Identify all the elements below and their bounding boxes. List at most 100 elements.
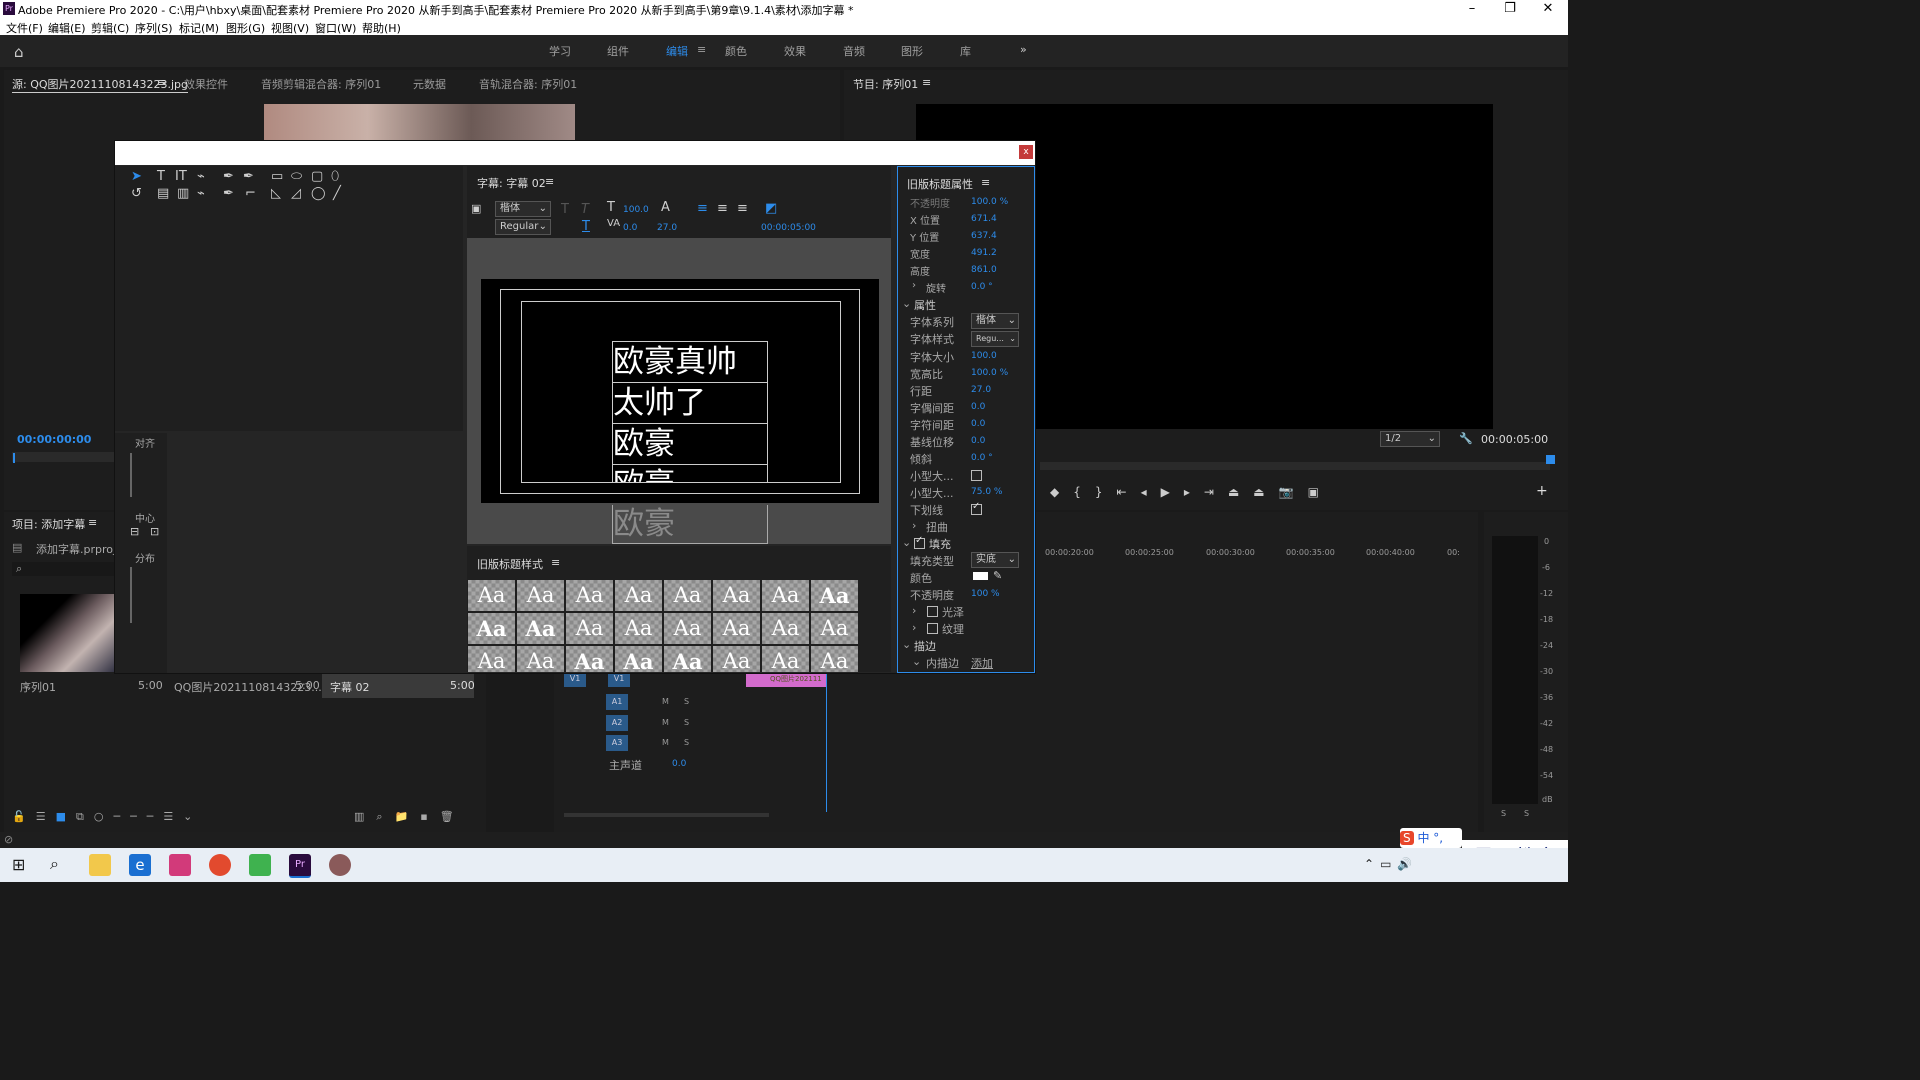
title-style-swatch[interactable]: Aa [811, 580, 858, 611]
find-icon[interactable]: ⌕ [376, 810, 394, 823]
maximize-button[interactable]: ❐ [1490, 0, 1530, 18]
title-style-swatch[interactable]: Aa [713, 613, 760, 644]
styles-menu-icon[interactable]: ≡ [551, 556, 560, 569]
trash-icon[interactable]: 🗑 [440, 810, 466, 823]
tab-menu-icon[interactable]: ≡ [157, 76, 166, 89]
tab-project[interactable]: 项目: 添加字幕 [12, 516, 85, 532]
bold-icon[interactable]: T [561, 202, 569, 217]
rotation-tool-icon[interactable]: ↺ [131, 186, 142, 201]
menu-window[interactable]: 窗口(W) [315, 20, 356, 36]
align-icons[interactable] [130, 453, 162, 497]
volume-icon[interactable]: 🔊 [1397, 857, 1418, 871]
vertical-path-type-tool-icon[interactable]: ⌁ [197, 186, 205, 201]
leading-value[interactable]: 27.0 [657, 223, 677, 233]
chevron-down-icon[interactable]: ⌄ [912, 655, 921, 668]
prop-value[interactable]: 27.0 [971, 385, 991, 395]
font-size-value[interactable]: 100.0 [623, 205, 649, 215]
solo-button[interactable]: S [684, 718, 689, 727]
prop-value[interactable]: 100.0 % [971, 368, 1008, 378]
program-zoom-select[interactable]: 1/2 ⌄ [1380, 431, 1440, 447]
source-playhead[interactable] [13, 453, 15, 463]
workspace-color[interactable]: 颜色 [725, 43, 747, 59]
title-style-swatch[interactable]: Aa [811, 646, 858, 672]
extract-icon[interactable]: ⏏ [1253, 485, 1278, 499]
prop-value[interactable]: 100.0 [971, 351, 997, 361]
title-style-swatch[interactable]: Aa [517, 613, 564, 644]
program-scrubber[interactable] [1040, 462, 1550, 470]
font-family-dropdown[interactable]: 楷体 ⌄ [971, 313, 1019, 329]
tab-title[interactable]: 字幕: 字幕 02 [477, 175, 546, 191]
meter-solo-button[interactable]: S [1501, 809, 1506, 818]
file-explorer-icon[interactable] [89, 854, 111, 876]
tab-audio-track-mixer[interactable]: 音轨混合器: 序列01 [479, 76, 577, 92]
title-style-swatch[interactable]: Aa [566, 613, 613, 644]
menu-edit[interactable]: 编辑(E) [48, 20, 86, 36]
zoom-slider[interactable]: ○─── [94, 810, 163, 823]
lock-icon[interactable]: 🔓 [12, 810, 36, 823]
mute-button[interactable]: M [662, 718, 669, 727]
prop-value[interactable]: 75.0 % [971, 487, 1002, 497]
distribute-icons[interactable] [130, 567, 162, 623]
mark-in-icon[interactable]: { [1073, 485, 1095, 499]
kerning-value[interactable]: 0.0 [623, 223, 637, 233]
tab-metadata[interactable]: 元数据 [413, 76, 446, 92]
solo-button[interactable]: S [684, 697, 689, 706]
area-type-tool-icon[interactable]: ▤ [157, 186, 169, 201]
add-inner-stroke-link[interactable]: 添加 [971, 655, 993, 671]
clipped-rect-tool-icon[interactable]: ▢ [311, 169, 323, 184]
selection-tool-icon[interactable]: ➤ [131, 169, 142, 184]
new-title-icon[interactable]: ▣ [471, 202, 481, 215]
icon-view-icon[interactable]: ■ [56, 810, 76, 823]
step-back-icon[interactable]: ◂ [1141, 485, 1161, 499]
source-scrubber[interactable] [12, 452, 116, 462]
font-family-select[interactable]: 楷体 ⌄ [495, 201, 551, 217]
windows-start-icon[interactable]: ⊞ [12, 855, 25, 874]
convert-anchor-tool-icon[interactable]: ⌐ [245, 186, 256, 201]
text-box[interactable]: 欧豪真帅 太帅了 欧豪 欧豪 [612, 341, 768, 483]
font-style-select[interactable]: Regular ⌄ [495, 219, 551, 235]
thumb-sequence[interactable] [20, 594, 114, 672]
title-style-swatch[interactable]: Aa [517, 580, 564, 611]
align-right-icon[interactable]: ≡ [737, 201, 748, 216]
workspace-assembly[interactable]: 组件 [607, 43, 629, 59]
source-timecode[interactable]: 00:00:00:00 [17, 433, 91, 446]
chevron-right-icon[interactable]: › [912, 280, 916, 291]
ellipse2-tool-icon[interactable]: ◯ [311, 186, 326, 201]
chevron-down-icon[interactable]: ⌄ [902, 297, 911, 310]
master-track-value[interactable]: 0.0 [672, 759, 686, 769]
workspace-effects[interactable]: 效果 [784, 43, 806, 59]
program-menu-icon[interactable]: ≡ [922, 76, 931, 89]
fill-color-swatch[interactable] [973, 572, 988, 580]
horizontal-center-icon[interactable]: ⊟ [130, 525, 139, 538]
title-text[interactable]: 欧豪真帅 太帅了 欧豪 欧豪 [613, 342, 767, 482]
workspace-libraries[interactable]: 库 [960, 43, 971, 59]
close-button[interactable]: ✕ [1528, 0, 1568, 18]
menu-view[interactable]: 视图(V) [271, 20, 309, 36]
prop-value[interactable]: 0.0 ° [971, 282, 993, 292]
chevron-up-icon[interactable]: ⌃ [1364, 857, 1380, 871]
app-icon[interactable] [169, 854, 191, 876]
prop-value[interactable]: 861.0 [971, 265, 997, 275]
lift-icon[interactable]: ⏏ [1228, 485, 1253, 499]
chevron-right-icon[interactable]: › [912, 519, 916, 532]
align-center-icon[interactable]: ≡ [717, 201, 728, 216]
mark-out-icon[interactable]: } [1095, 485, 1117, 499]
prop-value[interactable]: 100.0 % [971, 197, 1008, 207]
tab-program[interactable]: 节目: 序列01 [853, 76, 918, 92]
workspace-learn[interactable]: 学习 [549, 43, 571, 59]
new-item-icon[interactable]: ▪ [420, 810, 439, 823]
ime-indicator[interactable]: S 中 °, [1400, 828, 1462, 848]
program-playhead[interactable] [1546, 455, 1555, 464]
title-style-swatch[interactable]: Aa [762, 613, 809, 644]
vertical-type-tool-icon[interactable]: IT [175, 169, 187, 184]
sheen-checkbox[interactable] [927, 606, 938, 617]
add-button-icon[interactable]: + [1536, 483, 1548, 499]
premiere-taskbar-icon[interactable]: Pr [289, 854, 311, 878]
menu-help[interactable]: 帮助(H) [362, 20, 401, 36]
font-style-dropdown[interactable]: Regu... ⌄ [971, 331, 1019, 347]
title-style-swatch[interactable]: Aa [664, 613, 711, 644]
meter-solo-button[interactable]: S [1524, 809, 1529, 818]
workspace-graphics[interactable]: 图形 [901, 43, 923, 59]
title-style-swatch[interactable]: Aa [468, 613, 515, 644]
search-icon[interactable]: ⌕ [50, 854, 59, 874]
